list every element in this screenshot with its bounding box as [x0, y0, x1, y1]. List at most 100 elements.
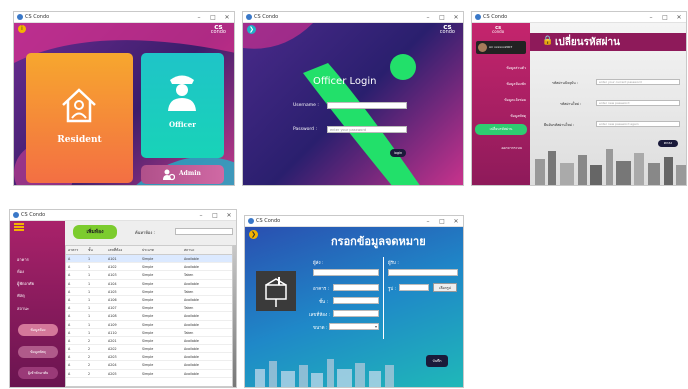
cell-floor: 2 — [88, 371, 91, 376]
maximize-button[interactable]: □ — [658, 14, 672, 21]
window-title: CS Condo — [256, 218, 281, 224]
table-row[interactable]: A 1 A102 Simple Available — [66, 263, 232, 272]
current-password-input[interactable]: enter your current password — [596, 79, 680, 85]
officer-button[interactable]: Officer — [141, 53, 224, 158]
resident-button[interactable]: Resident — [26, 53, 133, 183]
close-button[interactable]: ✕ — [449, 218, 463, 225]
floor-input[interactable] — [333, 297, 379, 304]
menu-icon[interactable] — [14, 223, 24, 231]
cell-floor: 1 — [88, 289, 91, 294]
minimize-button[interactable]: – — [421, 14, 435, 21]
table-row[interactable]: A 1 A106 Simple Available — [66, 296, 232, 305]
cell-room-no: A201 — [108, 338, 117, 343]
username-input[interactable] — [327, 102, 407, 109]
minimize-button[interactable]: – — [192, 14, 206, 21]
new-password-input[interactable]: enter new password — [596, 100, 680, 106]
close-button[interactable]: ✕ — [672, 14, 686, 21]
col-room-no[interactable]: เลขที่ห้อง — [108, 246, 142, 254]
sidebar-item-room[interactable]: ข้อมูลห้องพัก — [507, 81, 527, 87]
cell-floor: 1 — [88, 273, 91, 278]
col-type[interactable]: ประเภท — [142, 246, 184, 254]
table-row[interactable]: A 1 A101 Simple Available — [66, 255, 232, 264]
new-password-label: รหัสผ่านใหม่ : — [560, 102, 582, 106]
sidebar: อาคาร ห้อง ผู้พักอาศัย พัสดุ สถานะ ข้อมู… — [10, 221, 65, 387]
role-select-body: i cs condo Resident Officer Admin — [14, 23, 234, 185]
residents-button[interactable]: ผู้เข้าพักอาศัย — [18, 367, 58, 379]
cell-floor: 2 — [88, 363, 91, 368]
table-row[interactable]: A 1 A110 Simple Taken — [66, 329, 232, 337]
cell-status: Available — [184, 265, 199, 270]
sidebar-item-repair[interactable]: ข้อมูลแจ้งซ่อม — [504, 97, 526, 103]
search-input[interactable] — [175, 228, 233, 235]
table-row[interactable]: A 1 A104 Simple Available — [66, 280, 232, 288]
sidebar-item-parcel[interactable]: พัสดุ — [17, 292, 25, 299]
title-bar: CS Condo – □ ✕ — [472, 12, 686, 23]
password-label: Password : — [293, 127, 317, 132]
sidebar-item-floor[interactable]: ห้อง — [17, 268, 24, 275]
maximize-button[interactable]: □ — [206, 14, 220, 21]
info-icon[interactable]: i — [18, 25, 26, 33]
room-info-button[interactable]: ข้อมูลห้อง — [18, 324, 58, 336]
maximize-button[interactable]: □ — [435, 218, 449, 225]
table-row[interactable]: A 2 A201 Simple Available — [66, 337, 232, 346]
cell-building: A — [68, 330, 71, 335]
close-button[interactable]: ✕ — [449, 14, 463, 21]
back-icon[interactable]: ❯ — [247, 25, 256, 34]
confirm-password-input[interactable]: enter new password again — [596, 121, 680, 127]
house-icon — [62, 88, 96, 123]
password-input[interactable]: enter your password — [327, 126, 407, 133]
browse-picture-button[interactable]: เลือกรูป — [433, 283, 457, 292]
sidebar-item-change-password[interactable]: เปลี่ยนรหัสผ่าน — [475, 124, 527, 135]
sidebar: cs condo Air xxxxxx2007 ข้อมูลส่วนตัว ข้… — [472, 23, 530, 185]
table-row[interactable]: A 1 A109 Simple Available — [66, 321, 232, 329]
col-status[interactable]: สถานะ — [184, 246, 224, 254]
close-button[interactable]: ✕ — [222, 212, 236, 219]
change-password-body: cs condo Air xxxxxx2007 ข้อมูลส่วนตัว ข้… — [472, 23, 686, 185]
back-icon[interactable]: ❯ — [249, 230, 258, 239]
city-skyline-image — [233, 245, 236, 387]
sidebar-item-status[interactable]: สถานะ — [17, 305, 29, 312]
table-row[interactable]: A 2 A205 Simple Available — [66, 370, 232, 378]
table-row[interactable]: A 1 A105 Simple Taken — [66, 288, 232, 296]
cell-room-no: A108 — [108, 314, 117, 319]
cell-building: A — [68, 265, 71, 270]
cell-building: A — [68, 306, 71, 311]
parcel-info-button[interactable]: ข้อมูลพัสดุ — [18, 346, 58, 358]
table-row[interactable]: A 1 A103 Simple Taken — [66, 271, 232, 280]
table-row[interactable]: A 2 A202 Simple Available — [66, 345, 232, 354]
add-room-button[interactable]: เพิ่มห้อง — [73, 225, 117, 239]
picture-path-input[interactable] — [399, 284, 429, 291]
table-body: A 1 A101 Simple Available A 1 A102 Simple Availab… — [66, 255, 232, 378]
sidebar-item-residents[interactable]: ผู้พักอาศัย — [17, 280, 34, 287]
table-row[interactable]: A 2 A203 Simple Available — [66, 353, 232, 362]
table-row[interactable]: A 1 A108 Simple Available — [66, 312, 232, 321]
maximize-button[interactable]: □ — [435, 14, 449, 21]
cell-type: Simple — [142, 265, 154, 270]
table-row[interactable]: A 1 A107 Simple Taken — [66, 304, 232, 313]
col-building[interactable]: อาคาร — [66, 246, 88, 254]
minimize-button[interactable]: – — [194, 212, 208, 219]
cell-floor: 2 — [88, 355, 91, 360]
admin-button[interactable]: Admin — [141, 165, 224, 184]
cell-floor: 1 — [88, 297, 91, 302]
size-select[interactable]: ▾ — [329, 323, 379, 330]
sidebar-item-profile[interactable]: ข้อมูลส่วนตัว — [506, 65, 526, 71]
sidebar-item-building[interactable]: อาคาร — [17, 256, 29, 263]
close-button[interactable]: ✕ — [220, 14, 234, 21]
room-number-input[interactable] — [333, 310, 379, 317]
sender-input[interactable] — [313, 269, 379, 276]
sidebar-item-change-password-label: เปลี่ยนรหัสผ่าน — [489, 127, 513, 131]
sidebar-item-parcel[interactable]: ข้อมูลพัสดุ — [510, 113, 526, 119]
cell-building: A — [68, 322, 71, 327]
col-floor[interactable]: ชั้น — [88, 246, 108, 254]
minimize-button[interactable]: – — [421, 218, 435, 225]
floor-label: ชั้น : — [319, 300, 329, 305]
minimize-button[interactable]: – — [644, 14, 658, 21]
recipient-input[interactable] — [388, 269, 458, 276]
maximize-button[interactable]: □ — [208, 212, 222, 219]
sidebar-item-logout[interactable]: ออกจากระบบ — [501, 145, 522, 151]
cell-floor: 1 — [88, 265, 91, 270]
building-input[interactable] — [333, 284, 379, 291]
table-row[interactable]: A 2 A204 Simple Available — [66, 361, 232, 370]
login-button[interactable]: login — [390, 149, 406, 157]
